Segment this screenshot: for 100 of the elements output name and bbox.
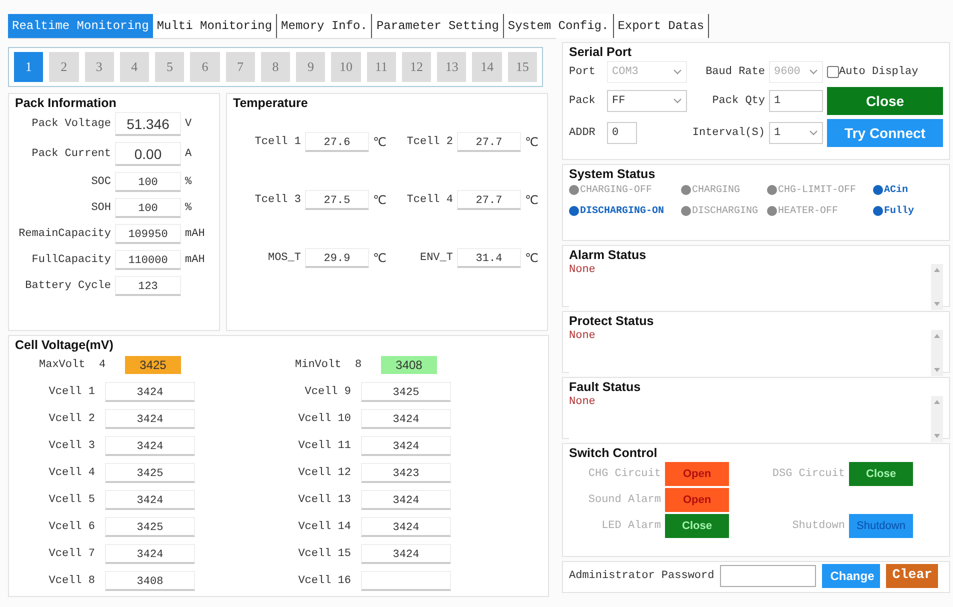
field-label: Vcell 16 <box>297 575 352 587</box>
field-label: Port <box>569 66 596 78</box>
pack-button[interactable]: 11 <box>366 52 396 82</box>
status-text: None <box>569 330 596 344</box>
change-button[interactable]: Change <box>822 564 880 588</box>
switch-button[interactable]: Open <box>665 488 729 512</box>
unit-label: A <box>185 148 193 160</box>
pack-button[interactable]: 4 <box>120 52 150 82</box>
field-label: Vcell 7 <box>48 548 96 560</box>
connect-button[interactable]: Try Connect <box>827 119 943 147</box>
field-label: Pack <box>569 95 596 107</box>
input-field[interactable]: 0 <box>607 122 637 144</box>
clear-button[interactable]: Clear <box>886 564 938 588</box>
value-field: 3424 <box>361 544 451 564</box>
status-text: None <box>569 264 596 278</box>
checkbox[interactable]: Auto Display <box>827 66 943 78</box>
switch-button[interactable]: Open <box>665 462 729 486</box>
group-title: Cell Voltage(mV) <box>15 338 114 352</box>
field-label: SOH <box>90 202 111 214</box>
value-field: 27.7 <box>457 190 521 210</box>
pack-button[interactable]: 14 <box>472 52 502 82</box>
chevron-down-icon <box>809 130 818 136</box>
unit-label: % <box>185 202 193 214</box>
status-text: None <box>569 396 596 410</box>
unit-label: V <box>185 118 193 130</box>
unit-label: ℃ <box>373 193 388 207</box>
value-field: 3424 <box>361 436 451 456</box>
value-field: 3424 <box>361 409 451 429</box>
dropdown[interactable]: 1 <box>769 122 823 144</box>
switch-button[interactable]: Close <box>665 514 729 538</box>
unit-label: ℃ <box>525 193 540 207</box>
field-label: Shutdown <box>791 520 845 532</box>
value-field: 110000 <box>115 250 181 270</box>
field-label: Vcell 15 <box>297 548 352 560</box>
field-label: Vcell 9 <box>304 386 352 398</box>
group-title: Pack Information <box>15 96 118 110</box>
pack-button[interactable]: 15 <box>508 52 537 82</box>
input-field[interactable]: 1 <box>769 90 823 112</box>
tab[interactable]: Memory Info. <box>277 14 372 38</box>
field-label: Administrator Password <box>569 570 714 582</box>
value-field: 123 <box>115 276 181 296</box>
switch-button[interactable]: Shutdown <box>849 514 913 538</box>
field-label: FullCapacity <box>30 254 111 266</box>
pack-button[interactable]: 3 <box>84 52 114 82</box>
cell-index: 4 <box>99 359 107 371</box>
tab[interactable]: System Config. <box>504 14 614 38</box>
pack-button[interactable]: 13 <box>437 52 466 82</box>
field-label: Pack Voltage <box>30 118 111 130</box>
chevron-down-icon <box>673 69 682 75</box>
field-label: Tcell 2 <box>406 136 453 148</box>
scrollbar[interactable] <box>931 330 943 376</box>
chevron-down-icon <box>809 69 818 75</box>
group-title: Alarm Status <box>569 248 648 262</box>
pack-button[interactable]: 9 <box>296 52 326 82</box>
field-label: Pack Qty <box>711 95 765 107</box>
status-label: DISCHARGING <box>692 206 758 217</box>
value-field: 3424 <box>105 490 195 510</box>
pack-button[interactable]: 5 <box>155 52 184 82</box>
field-label: ENV_T <box>418 252 453 264</box>
tab[interactable]: Export Datas <box>614 14 710 38</box>
tab[interactable]: Parameter Setting <box>372 14 504 38</box>
pack-button[interactable]: 12 <box>402 52 432 82</box>
field-label: CHG Circuit <box>587 468 661 480</box>
pack-button[interactable]: 1 <box>14 52 44 82</box>
unit-label: ℃ <box>525 135 540 149</box>
unit-label: ℃ <box>373 135 388 149</box>
scrollbar[interactable] <box>931 396 943 442</box>
field-label: ADDR <box>569 127 596 139</box>
switch-button[interactable]: Close <box>849 462 913 486</box>
field-label: Vcell 11 <box>297 440 352 452</box>
field-label: MinVolt <box>295 359 342 371</box>
pack-button[interactable]: 8 <box>260 52 290 82</box>
pack-button[interactable]: 10 <box>331 52 361 82</box>
tab[interactable]: Multi Monitoring <box>152 14 278 38</box>
group-title: System Status <box>569 166 656 181</box>
status-label: CHARGING <box>692 184 740 196</box>
field-label: Vcell 4 <box>48 467 96 479</box>
field-label: Battery Cycle <box>24 280 111 292</box>
field-label: Vcell 2 <box>48 413 96 425</box>
field-label: Vcell 5 <box>48 494 96 506</box>
value-field: 3424 <box>105 544 195 564</box>
dropdown[interactable]: FF <box>607 90 687 112</box>
scrollbar[interactable] <box>931 264 943 310</box>
field-label: Interval(S) <box>691 127 765 139</box>
unit-label: mAH <box>185 254 206 266</box>
field-label: Baud Rate <box>704 66 765 78</box>
close-button[interactable]: Close <box>827 87 943 115</box>
field-label: SOC <box>90 176 111 188</box>
unit-label: ℃ <box>525 251 540 265</box>
group-title: Switch Control <box>569 446 658 460</box>
pack-button[interactable]: 7 <box>226 52 255 82</box>
pack-button[interactable]: 6 <box>190 52 220 82</box>
password-field[interactable] <box>720 564 816 587</box>
field-label: MOS_T <box>266 252 301 264</box>
status-label: CHARGING-OFF <box>580 184 652 196</box>
pack-button[interactable]: 2 <box>49 52 79 82</box>
tab[interactable]: Realtime Monitoring <box>8 14 153 38</box>
field-label: Tcell 3 <box>254 194 301 206</box>
value-field: 27.6 <box>305 132 369 152</box>
field-label: Vcell 10 <box>297 413 352 425</box>
